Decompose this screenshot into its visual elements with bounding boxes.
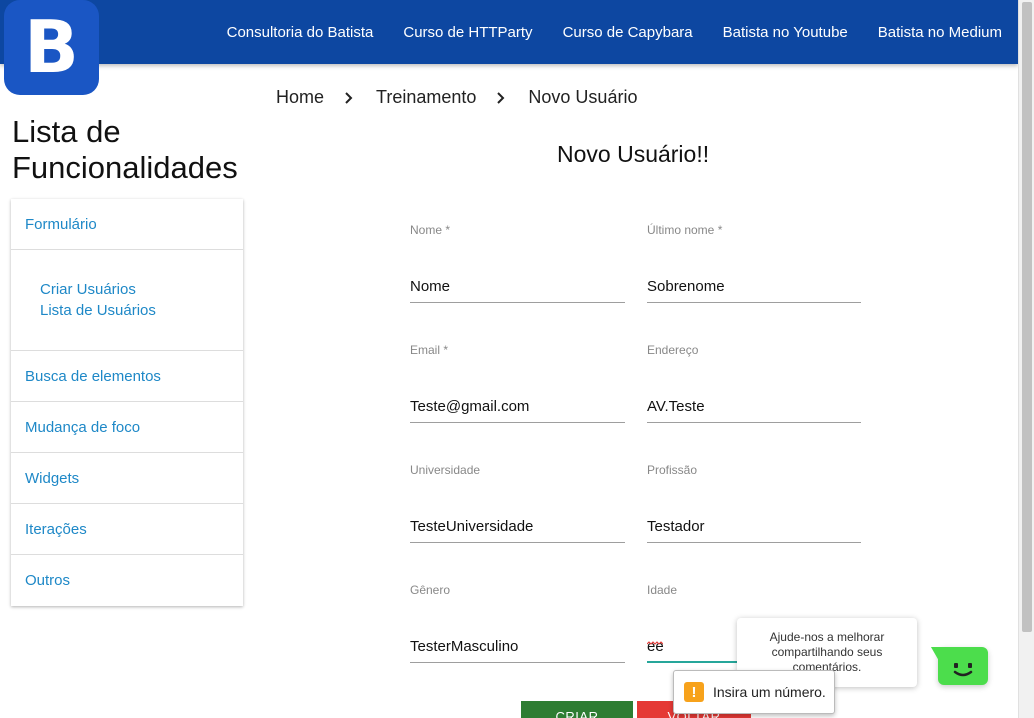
breadcrumb-novo-usuario: Novo Usuário (528, 87, 638, 107)
field-ultimo-nome: Último nome * (647, 223, 861, 303)
email-input[interactable] (410, 391, 625, 423)
field-label-email: Email * (410, 343, 449, 357)
nome-input[interactable] (410, 271, 625, 303)
breadcrumb-treinamento[interactable]: Treinamento (376, 87, 476, 108)
sidebar-submenu-formulario: Criar Usuários Lista de Usuários (11, 250, 243, 351)
sidebar-item-mudanca-foco[interactable]: Mudança de foco (11, 402, 243, 453)
ultimo-nome-input[interactable] (647, 271, 861, 303)
validation-message: Insira um número. (713, 684, 826, 700)
nav-link-consultoria[interactable]: Consultoria do Batista (227, 24, 374, 41)
sidebar-menu: Formulário Criar Usuários Lista de Usuár… (11, 199, 243, 606)
nav-link-httparty[interactable]: Curso de HTTParty (403, 24, 532, 41)
vertical-scrollbar[interactable] (1018, 0, 1034, 718)
warning-icon: ! (684, 682, 704, 702)
sidebar-item-widgets[interactable]: Widgets (11, 453, 243, 504)
field-endereco: Endereço (647, 343, 861, 423)
field-label-nome: Nome * (410, 223, 451, 237)
endereco-input[interactable] (647, 391, 861, 423)
field-label-idade: Idade (647, 583, 678, 597)
scrollbar-thumb[interactable] (1022, 2, 1032, 632)
field-profissao: Profissão (647, 463, 861, 543)
sidebar-item-outros[interactable]: Outros (11, 555, 243, 606)
field-email: Email * (410, 343, 625, 423)
field-label-genero: Gênero (410, 583, 451, 597)
nav-link-capybara[interactable]: Curso de Capybara (563, 24, 693, 41)
smiley-face-icon (953, 663, 973, 677)
nav-link-medium[interactable]: Batista no Medium (878, 24, 1002, 41)
create-button[interactable]: CRIAR (521, 701, 633, 718)
brand-logo-letter: B (24, 4, 79, 89)
page: Consultoria do Batista Curso de HTTParty… (0, 0, 1034, 718)
sidebar-title-line2: Funcionalidades (12, 150, 238, 185)
sidebar-subitem-criar-usuarios[interactable]: Criar Usuários (40, 279, 243, 300)
spellcheck-squiggle (647, 641, 663, 645)
sidebar-item-formulario[interactable]: Formulário (11, 199, 243, 250)
field-label-endereco: Endereço (647, 343, 699, 357)
top-navbar: Consultoria do Batista Curso de HTTParty… (0, 0, 1018, 64)
sidebar-item-iteracoes[interactable]: Iterações (11, 504, 243, 555)
feedback-chat-button[interactable] (938, 647, 988, 685)
sidebar-item-busca-elementos[interactable]: Busca de elementos (11, 351, 243, 402)
nav-links: Consultoria do Batista Curso de HTTParty… (197, 0, 1002, 64)
sidebar-subitem-lista-usuarios[interactable]: Lista de Usuários (40, 300, 243, 321)
chevron-right-icon (496, 91, 506, 105)
brand-logo[interactable]: B (4, 0, 99, 95)
form-title: Novo Usuário!! (557, 141, 710, 167)
sidebar-title: Lista de Funcionalidades (12, 114, 262, 186)
feedback-text: Ajude-nos a melhorar compartilhando seus… (769, 630, 885, 674)
breadcrumb-home[interactable]: Home (276, 87, 324, 108)
validation-tooltip: ! Insira um número. (673, 670, 835, 714)
field-nome: Nome * (410, 223, 625, 303)
genero-input[interactable] (410, 631, 625, 663)
field-label-profissao: Profissão (647, 463, 698, 477)
breadcrumb: Home Treinamento Novo Usuário (276, 87, 637, 108)
chevron-right-icon (344, 91, 354, 105)
field-universidade: Universidade (410, 463, 625, 543)
profissao-input[interactable] (647, 511, 861, 543)
universidade-input[interactable] (410, 511, 625, 543)
nav-link-youtube[interactable]: Batista no Youtube (723, 24, 848, 41)
sidebar-title-line1: Lista de (12, 114, 121, 149)
field-label-universidade: Universidade (410, 463, 481, 477)
field-label-ultimo-nome: Último nome * (647, 223, 723, 237)
field-genero: Gênero (410, 583, 625, 663)
